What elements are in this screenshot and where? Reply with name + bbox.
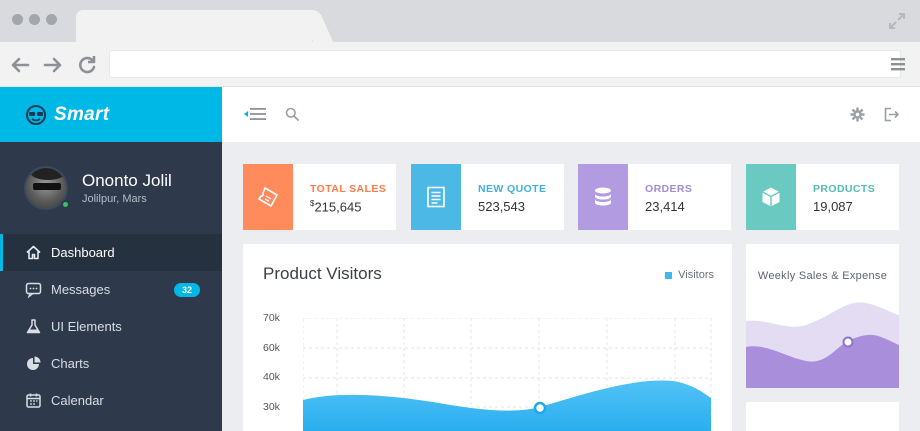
database-icon [595, 187, 611, 206]
window-minimize-dot[interactable] [29, 14, 40, 25]
browser-tab[interactable] [76, 10, 312, 42]
sidebar-item-label: UI Elements [51, 319, 122, 334]
panel-title: Weekly Sales & Expense [757, 270, 888, 282]
window-close-dot[interactable] [12, 14, 23, 25]
stat-card-new-quote[interactable]: NEW QUOTE 523,543 [411, 164, 564, 230]
sidebar-toggle-icon[interactable] [243, 106, 267, 122]
y-axis-tick: 70k [263, 312, 280, 324]
stat-icon-box [746, 164, 796, 230]
pie-chart-icon [27, 356, 41, 370]
window-controls [12, 14, 57, 25]
sidebar-item-label: Calendar [51, 393, 104, 408]
stat-icon-box [243, 164, 293, 230]
sidebar-item-messages[interactable]: Messages 32 [0, 271, 222, 308]
stat-label: PRODUCTS [813, 183, 876, 195]
stat-number: 215,645 [314, 199, 362, 215]
browser-toolbar [0, 42, 920, 87]
legend-swatch [665, 271, 673, 279]
chat-icon [25, 282, 42, 298]
user-name: Ononto Jolil [82, 171, 172, 190]
y-axis-tick: 40k [263, 371, 280, 383]
stat-label: TOTAL SALES [310, 183, 387, 195]
y-axis-tick: 60k [263, 342, 280, 354]
hipster-face-icon [26, 104, 46, 125]
document-icon [427, 186, 445, 208]
messages-count-badge: 32 [174, 283, 201, 297]
weekly-sales-panel: Weekly Sales & Expense [746, 244, 899, 388]
stat-icon-box [411, 164, 461, 230]
user-location: Jolilpur, Mars [82, 193, 147, 205]
brand-logo[interactable]: Smart [0, 87, 222, 142]
stat-label: NEW QUOTE [478, 183, 547, 195]
sidebar-item-dashboard[interactable]: Dashboard [0, 234, 222, 271]
sidebar: Smart Ononto Jolil Jolilpur, Mars Dashbo… [0, 87, 222, 431]
cube-icon [762, 187, 780, 207]
browser-titlebar [0, 0, 920, 42]
forward-arrow-icon[interactable] [42, 54, 64, 76]
stat-value: 523,543 [478, 199, 525, 214]
product-visitors-panel: Product Visitors Visitors 70k 60k 40k 30… [243, 244, 732, 431]
address-bar[interactable] [109, 50, 901, 78]
stat-label: ORDERS [645, 183, 693, 195]
stat-card-total-sales[interactable]: TOTAL SALES $215,645 [243, 164, 396, 230]
chart-legend[interactable]: Visitors [665, 269, 714, 281]
window-maximize-dot[interactable] [46, 14, 57, 25]
gear-icon[interactable] [850, 107, 865, 122]
sidebar-item-calendar[interactable]: Calendar [0, 382, 222, 419]
stat-card-orders[interactable]: ORDERS 23,414 [578, 164, 731, 230]
flask-icon [26, 319, 41, 334]
stat-icon-box [578, 164, 628, 230]
brand-name: Smart [54, 103, 110, 125]
reload-icon[interactable] [76, 54, 98, 76]
legend-label: Visitors [678, 269, 714, 281]
weekly-area-chart[interactable] [746, 299, 899, 388]
fullscreen-icon[interactable] [888, 12, 906, 30]
ticket-icon [258, 187, 278, 207]
stat-value: $215,645 [310, 199, 386, 214]
stat-value: 19,087 [813, 199, 853, 214]
stat-card-products[interactable]: PRODUCTS 19,087 [746, 164, 899, 230]
sidebar-item-label: Messages [51, 282, 111, 297]
y-axis-tick: 30k [263, 401, 280, 413]
visitors-area [303, 380, 711, 431]
visitors-area-chart[interactable] [303, 318, 712, 431]
panel-title: Product Visitors [263, 264, 382, 283]
stat-value: 23,414 [645, 199, 685, 214]
sidebar-item-charts[interactable]: Charts [0, 345, 222, 382]
main-content: TOTAL SALES $215,645 NEW QUOTE 523,543 O… [222, 142, 920, 431]
home-icon [26, 245, 41, 260]
data-point-marker[interactable] [842, 336, 854, 348]
sidebar-item-ui-elements[interactable]: UI Elements [0, 308, 222, 345]
online-status-dot [61, 200, 70, 209]
sidebar-item-label: Charts [51, 356, 90, 371]
user-profile[interactable]: Ononto Jolil Jolilpur, Mars [0, 142, 222, 234]
search-icon[interactable] [285, 107, 299, 121]
app-topbar [222, 87, 920, 142]
logout-icon[interactable] [884, 107, 900, 122]
sidebar-item-label: Dashboard [51, 245, 115, 260]
calendar-icon [26, 393, 41, 408]
data-point-marker[interactable] [533, 401, 547, 415]
secondary-panel [746, 402, 899, 431]
browser-menu-icon[interactable] [890, 56, 906, 72]
back-arrow-icon[interactable] [9, 54, 31, 76]
